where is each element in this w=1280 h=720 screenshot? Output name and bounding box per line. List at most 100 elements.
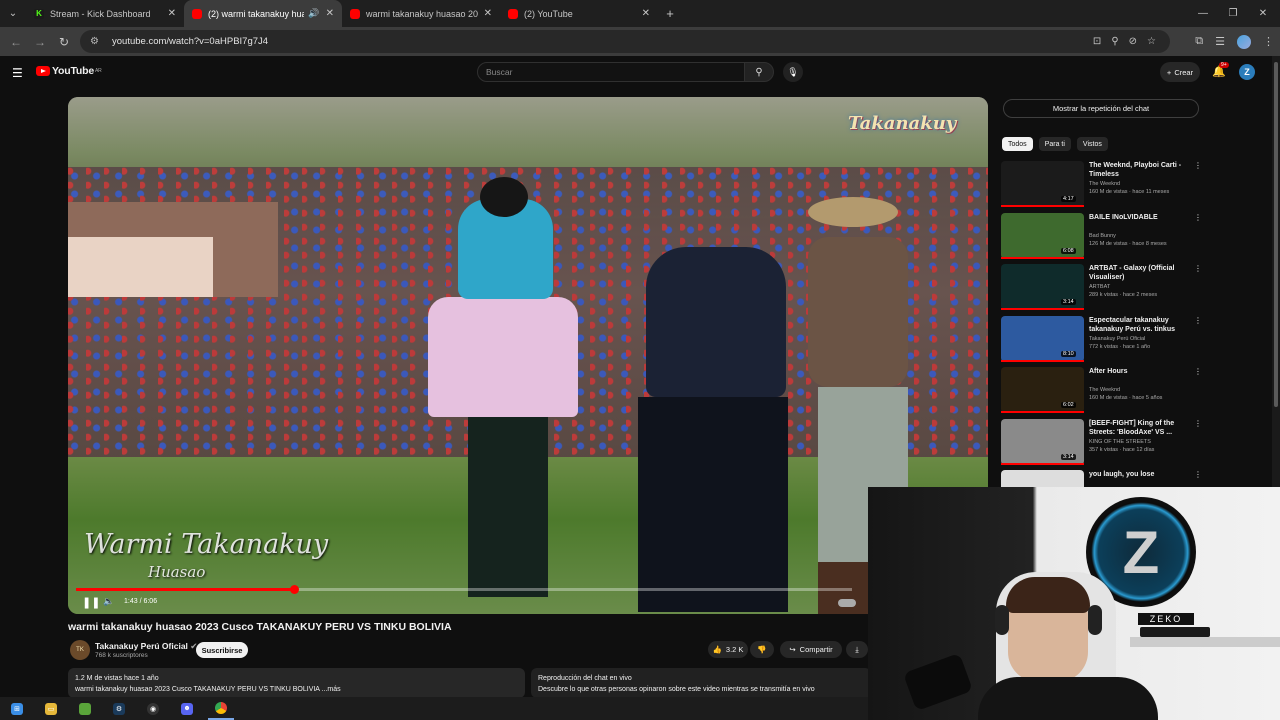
tab-search-icon[interactable]: ⌄ (0, 0, 26, 27)
recommendation-item[interactable]: 3:14 [BEEF-FIGHT] King of the Streets: 'B… (1001, 418, 1202, 465)
headphones-left (995, 605, 1009, 635)
more-options-icon[interactable]: ⋮ (1194, 316, 1202, 325)
video-watermark-sub: Huasao (148, 563, 206, 581)
recommendation-channel[interactable]: The Weeknd (1089, 387, 1120, 393)
obs-icon[interactable]: ◉ (140, 697, 166, 720)
logo-text: YouTube (52, 65, 94, 77)
restore-icon[interactable]: ❐ (1218, 0, 1248, 27)
chrome-icon[interactable] (208, 697, 234, 720)
recommendation-item[interactable]: 6:02 After Hours The Weeknd 160 M de vistas… (1001, 367, 1202, 413)
show-chat-replay-button[interactable]: Mostrar la repetición del chat (1003, 99, 1199, 118)
autoplay-toggle[interactable] (838, 599, 856, 607)
channel-name[interactable]: Takanakuy Perú Oficial ✔ (95, 641, 197, 652)
windows-start-icon[interactable]: ⊞ (4, 697, 30, 720)
install-app-icon[interactable]: ⊡ (1093, 36, 1101, 47)
youtube-logo[interactable]: YouTube AR (36, 65, 102, 77)
recommendation-channel[interactable]: KING OF THE STREETS (1089, 439, 1151, 445)
profile-avatar-icon[interactable] (1237, 34, 1251, 49)
account-avatar[interactable]: Z (1239, 64, 1255, 80)
recommendation-title[interactable]: you laugh, you lose (1089, 470, 1189, 479)
share-button[interactable]: ↪ Compartir (780, 641, 842, 658)
subscribe-button[interactable]: Suscribirse (196, 642, 248, 658)
recommendation-channel[interactable]: Takanakuy Perú Oficial (1089, 336, 1145, 342)
close-tab-icon[interactable]: ✕ (642, 8, 650, 19)
recommendation-channel[interactable]: ARTBAT (1089, 284, 1110, 290)
hamburger-menu-icon[interactable]: ☰ (12, 66, 23, 80)
more-options-icon[interactable]: ⋮ (1194, 470, 1202, 479)
back-arrow-icon[interactable]: ← (4, 30, 28, 54)
recommendation-item[interactable]: 8:10 Espectacular takanakuy takanakuy Per… (1001, 315, 1202, 362)
steam-icon[interactable]: ⚙ (106, 697, 132, 720)
chat-replay-text: Descubre lo que otras personas opinaron … (538, 686, 815, 693)
recommendation-item[interactable]: 3:14 ARTBAT - Galaxy (Official Visualiser… (1001, 264, 1202, 310)
recommendation-title[interactable]: [BEEF-FIGHT] King of the Streets: 'Blood… (1089, 419, 1189, 437)
channel-avatar[interactable]: TK (70, 640, 90, 660)
recommendation-filter-chips: Todos Para ti Vistos (1002, 137, 1108, 151)
chip-todos[interactable]: Todos (1002, 137, 1033, 151)
chrome-menu-icon[interactable]: ⋮ (1263, 35, 1274, 48)
tab-warmi-takanakuy-active[interactable]: (2) warmi takanakuy huasao 🔊 ✕ (184, 0, 342, 27)
chip-vistos[interactable]: Vistos (1076, 137, 1108, 151)
more-options-icon[interactable]: ⋮ (1194, 419, 1202, 428)
new-tab-plus-icon[interactable]: + (658, 0, 682, 27)
recommendation-channel[interactable]: Bad Bunny (1089, 233, 1116, 239)
voice-search-button[interactable]: 🎙 (783, 62, 803, 82)
minimize-icon[interactable]: — (1188, 0, 1218, 27)
chat-replay-box[interactable]: Reproducción del chat en vivo Descubre l… (531, 668, 871, 698)
minecraft-icon[interactable] (72, 697, 98, 720)
chat-replay-title: Reproducción del chat en vivo (538, 675, 632, 682)
region-code: AR (94, 68, 102, 74)
share-label: Compartir (799, 645, 833, 654)
recommendation-channel[interactable]: The Weeknd (1089, 181, 1120, 187)
close-tab-icon[interactable]: ✕ (484, 8, 492, 19)
search-button[interactable]: ⚲ (744, 62, 774, 82)
zeko-name-plate: ZEKO (1138, 613, 1194, 625)
reload-icon[interactable]: ↻ (52, 30, 76, 54)
close-tab-icon[interactable]: ✕ (326, 8, 334, 19)
reading-list-icon[interactable]: ☰ (1215, 35, 1225, 48)
description-text: warmi takanakuy huasao 2023 Cusco TAKANA… (75, 686, 341, 693)
dislike-button[interactable]: 👎 (750, 641, 774, 658)
file-explorer-icon[interactable]: ▭ (38, 697, 64, 720)
recommendation-item[interactable]: 4:17 The Weeknd, Playboi Carti - Timeless… (1001, 161, 1202, 207)
video-progress-bar[interactable] (76, 585, 852, 594)
video-player[interactable]: Takanakuy Warmi Takanakuy Huasao ❚❚ 🔈 1:… (68, 97, 988, 614)
recommendation-item[interactable]: 6:08 BAILE INoLVIDABLE Bad Bunny 126 M de v… (1001, 212, 1202, 259)
recommendation-title[interactable]: BAILE INoLVIDABLE (1089, 213, 1189, 222)
tab-youtube[interactable]: (2) YouTube ✕ (500, 0, 658, 27)
more-options-icon[interactable]: ⋮ (1194, 161, 1202, 170)
search-input[interactable]: Buscar (477, 62, 745, 82)
volume-icon[interactable]: 🔈 (103, 596, 114, 607)
zoom-icon[interactable]: ⚲ (1111, 36, 1118, 47)
more-options-icon[interactable]: ⋮ (1194, 213, 1202, 222)
description-box[interactable]: 1.2 M de vistas hace 1 año warmi takanak… (68, 668, 525, 698)
create-button[interactable]: + Crear (1160, 62, 1200, 82)
video-duration: 3:14 (1061, 299, 1076, 305)
watched-bar (1001, 205, 1084, 207)
download-button[interactable]: ⤓ (846, 641, 868, 658)
tab-kick-dashboard[interactable]: K Stream - Kick Dashboard ✕ (26, 0, 184, 27)
recommendation-title[interactable]: Espectacular takanakuy takanakuy Perú vs… (1089, 316, 1189, 334)
recommendation-title[interactable]: The Weeknd, Playboi Carti - Timeless (1089, 161, 1189, 179)
progress-scrubber[interactable] (290, 585, 300, 594)
close-tab-icon[interactable]: ✕ (168, 8, 176, 19)
site-info-icon[interactable]: ⚙ (90, 36, 104, 47)
url-input[interactable]: ⚙ youtube.com/watch?v=0aHPBI7g7J4 ⊡ ⚲ ⊘ … (80, 30, 1170, 53)
scrollbar-thumb[interactable] (1274, 62, 1278, 407)
speaker-icon[interactable]: 🔊 (308, 8, 319, 19)
eye-off-icon[interactable]: ⊘ (1129, 36, 1137, 47)
tab-warmi-takanakuy-2023[interactable]: warmi takanakuy huasao 2023 ✕ (342, 0, 500, 27)
forward-arrow-icon[interactable]: → (28, 30, 52, 54)
recommendation-title[interactable]: ARTBAT - Galaxy (Official Visualiser) (1089, 264, 1189, 282)
recommendation-title[interactable]: After Hours (1089, 367, 1189, 376)
discord-icon[interactable]: ☻ (174, 697, 200, 720)
chip-para-ti[interactable]: Para ti (1038, 137, 1071, 151)
extensions-icon[interactable]: ⧉ (1195, 35, 1203, 48)
pause-icon[interactable]: ❚❚ (82, 596, 100, 609)
video-title: warmi takanakuy huasao 2023 Cusco TAKANA… (68, 621, 452, 633)
like-button[interactable]: 👍 3.2 K (708, 641, 748, 658)
close-window-icon[interactable]: ✕ (1248, 0, 1278, 27)
more-options-icon[interactable]: ⋮ (1194, 367, 1202, 376)
bookmark-star-icon[interactable]: ☆ (1147, 36, 1156, 47)
more-options-icon[interactable]: ⋮ (1194, 264, 1202, 273)
